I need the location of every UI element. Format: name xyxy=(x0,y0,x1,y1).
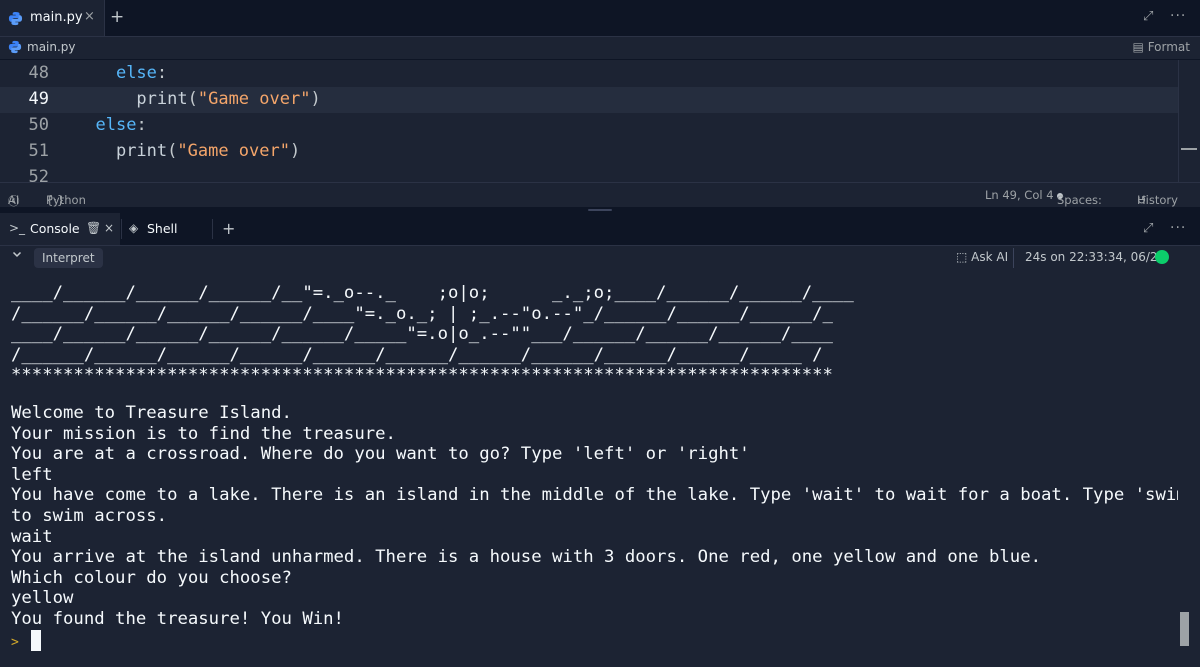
code-line[interactable]: 48 else: xyxy=(0,61,1178,87)
chevron-down-icon[interactable] xyxy=(12,249,22,262)
line-number: 48 xyxy=(28,63,49,83)
ask-ai-icon: ⬚ xyxy=(956,250,972,264)
code-line[interactable]: 52 xyxy=(0,165,1178,182)
history-icon: ↺ xyxy=(1137,193,1147,207)
format-icon: ▤ xyxy=(1132,40,1148,54)
tab-shell[interactable]: ◈ Shell xyxy=(122,213,212,245)
ask-ai-label: Ask AI xyxy=(971,250,1009,264)
code-text: else: xyxy=(95,115,147,135)
splitter-handle[interactable] xyxy=(588,209,612,211)
tab-label: main.py xyxy=(30,10,83,25)
language-label: Python xyxy=(46,193,86,207)
line-number: 52 xyxy=(28,167,49,182)
code-line[interactable]: 50 else: xyxy=(0,113,1178,139)
editor-status-bar: ⓒ AI {·} Python Ln 49, Col 4 Spaces: 10 … xyxy=(0,182,1200,221)
format-label: Format xyxy=(1147,40,1190,54)
console-output[interactable]: ____/______/______/______/__"=._o--._ ;o… xyxy=(0,270,1178,667)
tab-divider xyxy=(212,219,213,239)
add-tab-button[interactable]: + xyxy=(222,219,235,238)
editor-tab-bar: main.py × + ⤢ ··· xyxy=(0,0,1200,37)
code-text: print("Game over") xyxy=(136,89,321,109)
close-tab-icon[interactable]: × xyxy=(84,9,95,24)
format-button[interactable]: ▤ Format xyxy=(1133,40,1190,54)
console-header: Interpret ⬚ Ask AI 24s on 22:33:34, 06/2… xyxy=(0,246,1200,270)
prompt-icon: > xyxy=(11,635,19,650)
ask-ai-button[interactable]: ⬚ Ask AI xyxy=(956,250,1008,264)
tab-console-label: Console xyxy=(30,221,80,236)
tab-main-py[interactable]: main.py × xyxy=(0,0,105,36)
interpret-button[interactable]: Interpret xyxy=(34,248,103,268)
code-line[interactable]: 51 print("Game over") xyxy=(0,139,1178,165)
expand-icon[interactable]: ⤢ xyxy=(1143,221,1153,236)
cursor-position[interactable]: Ln 49, Col 4 xyxy=(985,188,1054,202)
ascii-banner: ____/______/______/______/__"=._o--._ ;o… xyxy=(11,283,854,386)
line-number: 50 xyxy=(28,115,49,135)
tab-console[interactable]: >_ Console 🗑 × xyxy=(0,213,120,245)
input-cursor[interactable] xyxy=(31,630,41,651)
divider xyxy=(1013,248,1014,268)
python-file-icon xyxy=(8,11,23,29)
more-options-icon[interactable]: ··· xyxy=(1170,8,1186,24)
more-options-icon[interactable]: ··· xyxy=(1170,220,1186,236)
expand-icon[interactable]: ⤢ xyxy=(1143,9,1153,24)
close-tab-icon[interactable]: × xyxy=(104,221,114,235)
breadcrumb: main.py ▤ Format xyxy=(0,37,1200,59)
python-file-icon xyxy=(8,40,22,57)
tab-shell-label: Shell xyxy=(147,221,178,236)
line-number: 51 xyxy=(28,141,49,161)
console-tab-bar: >_ Console 🗑 × ◈ Shell + ⤢ ··· xyxy=(0,213,1200,246)
terminal-icon: >_ xyxy=(9,221,26,235)
ai-label: AI xyxy=(8,193,20,207)
editor-scrollbar[interactable] xyxy=(1178,60,1200,182)
editor-scrollbar-thumb[interactable] xyxy=(1181,148,1197,150)
code-line[interactable]: 49 print("Game over") xyxy=(0,87,1178,113)
trash-icon[interactable]: 🗑 xyxy=(86,221,101,235)
console-text: Welcome to Treasure Island. Your mission… xyxy=(11,403,1178,629)
breadcrumb-file[interactable]: main.py xyxy=(27,40,76,54)
line-number: 49 xyxy=(28,89,49,109)
code-editor[interactable]: 48 else: 49 print("Game over") 50 else: 51 … xyxy=(0,60,1200,182)
console-scrollbar[interactable] xyxy=(1178,270,1200,667)
code-text: else: xyxy=(115,63,168,83)
shell-icon: ◈ xyxy=(129,221,139,235)
run-info: 24s on 22:33:34, 06/21 xyxy=(1025,250,1166,264)
code-text: print("Game over") xyxy=(115,141,301,161)
run-status-indicator xyxy=(1155,250,1169,264)
console-scrollbar-thumb[interactable] xyxy=(1180,612,1189,646)
new-tab-button[interactable]: + xyxy=(110,7,124,27)
